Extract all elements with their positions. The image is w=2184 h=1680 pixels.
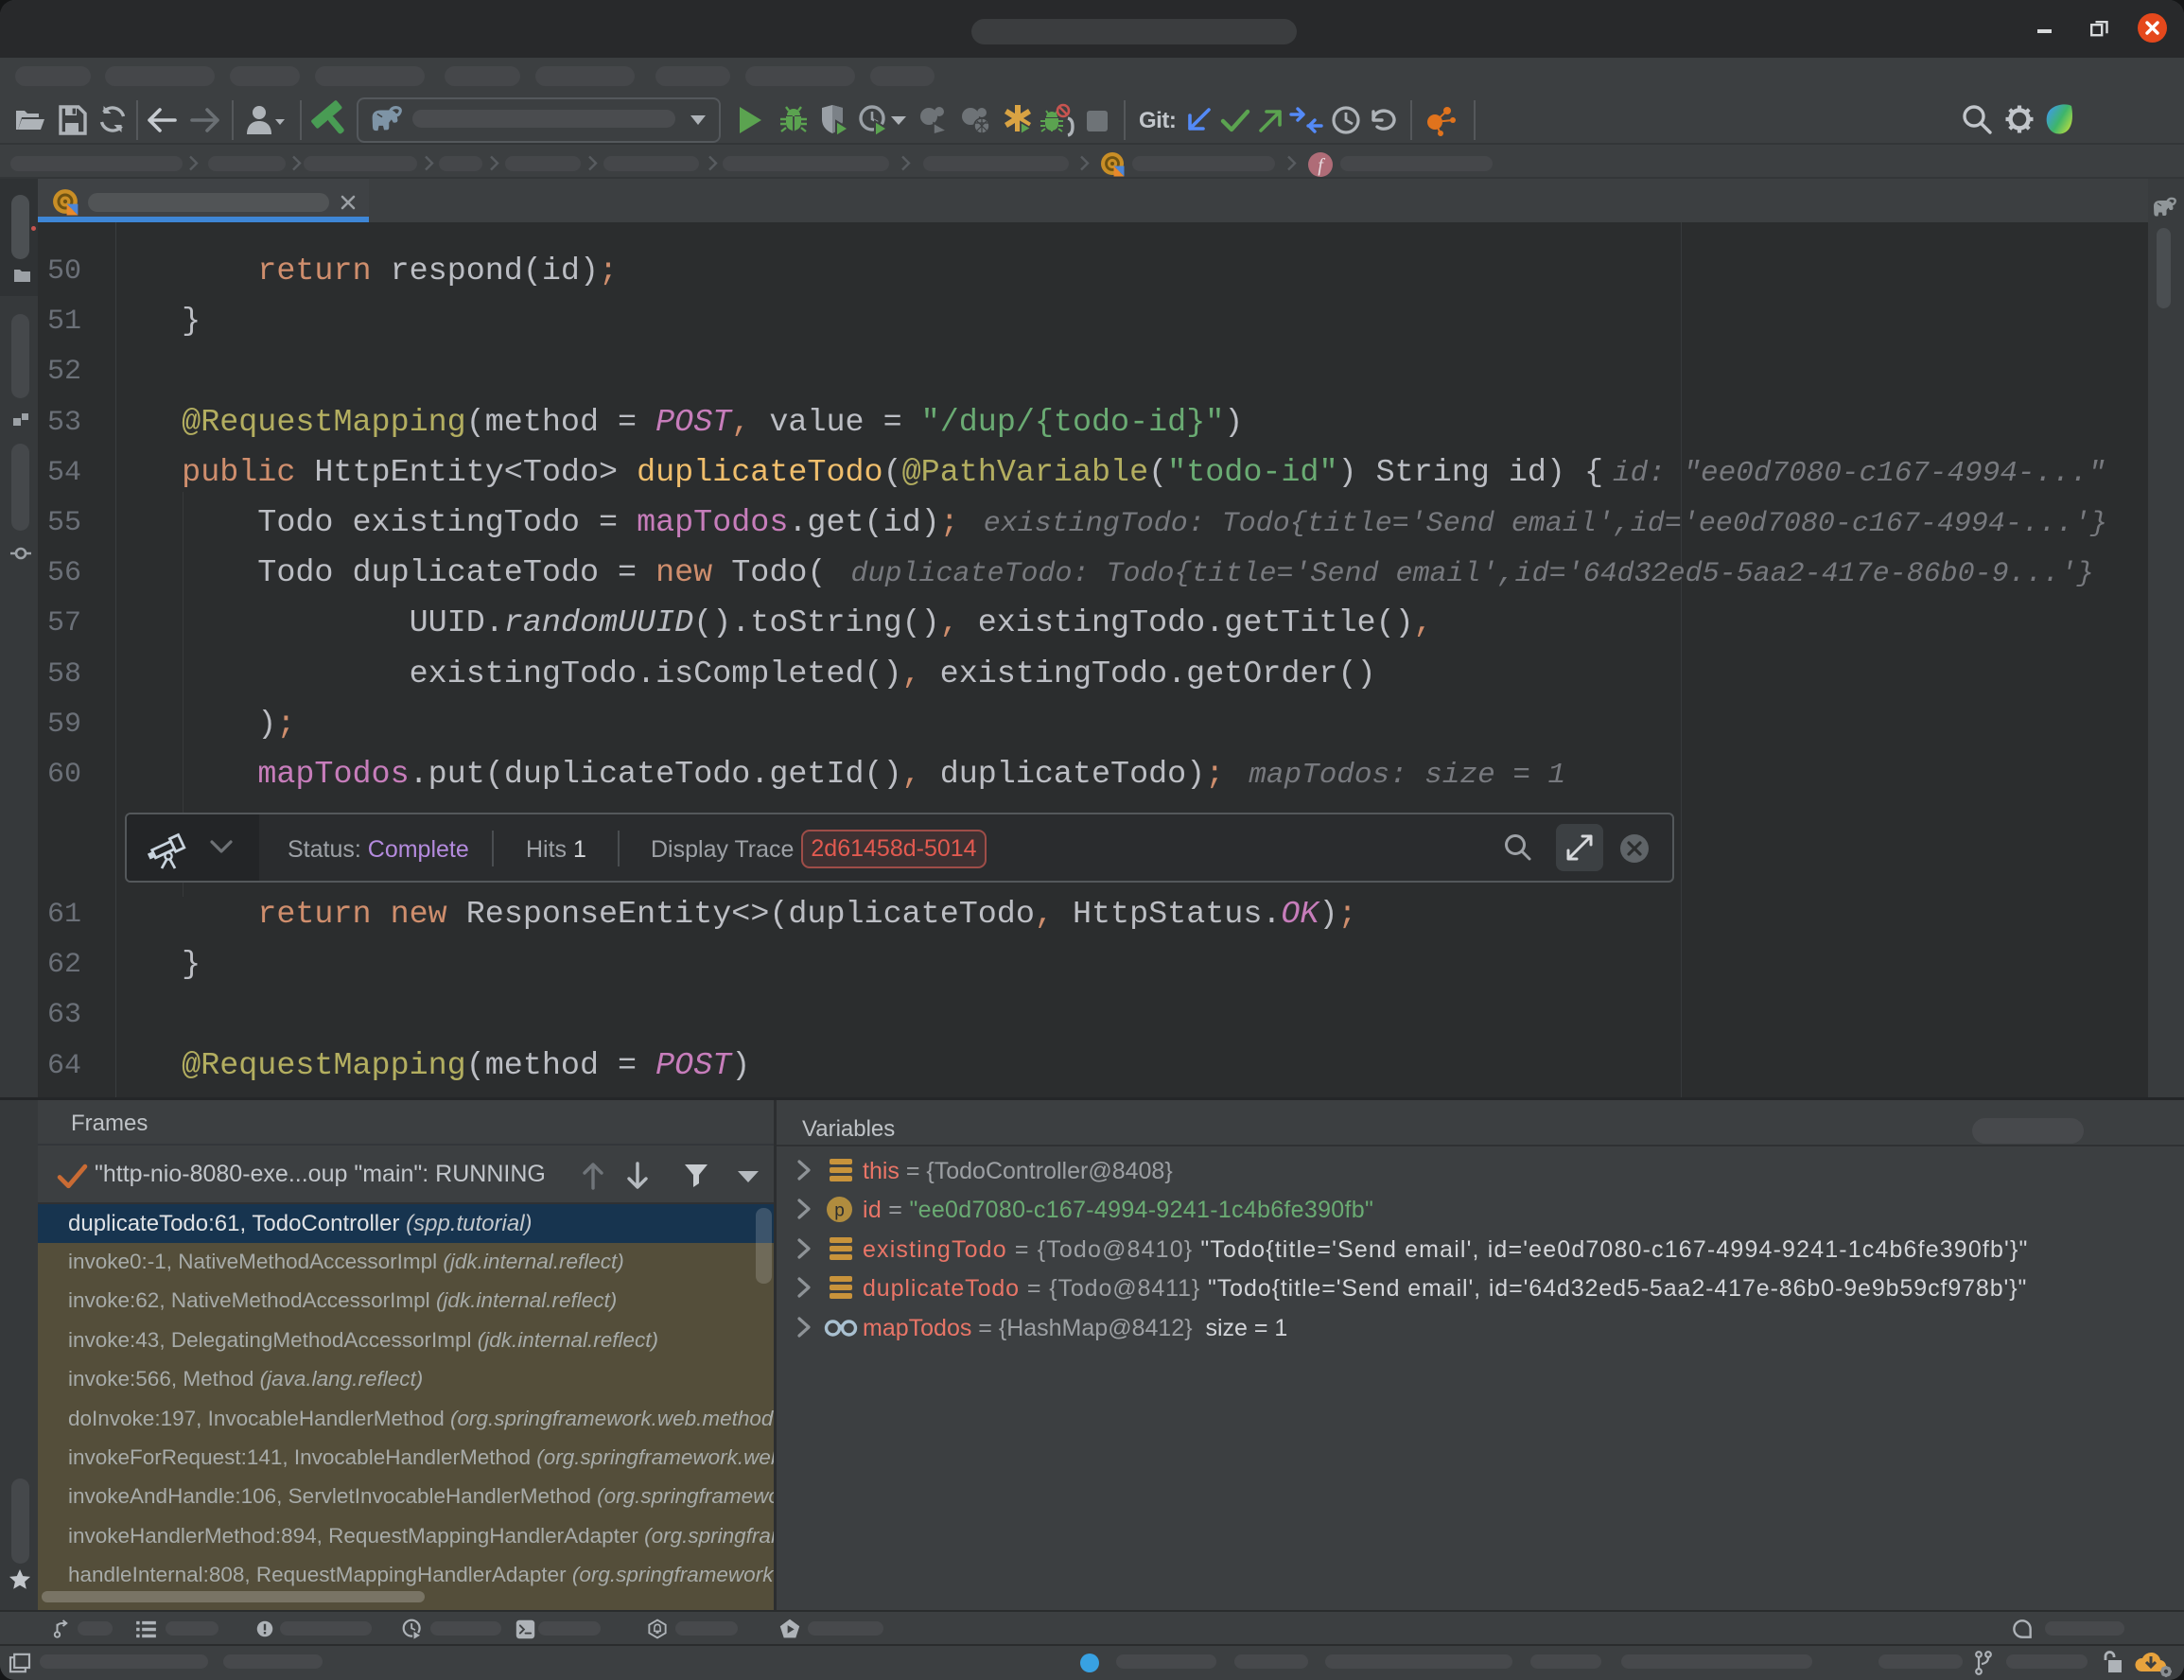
- svg-text:p: p: [834, 1201, 845, 1221]
